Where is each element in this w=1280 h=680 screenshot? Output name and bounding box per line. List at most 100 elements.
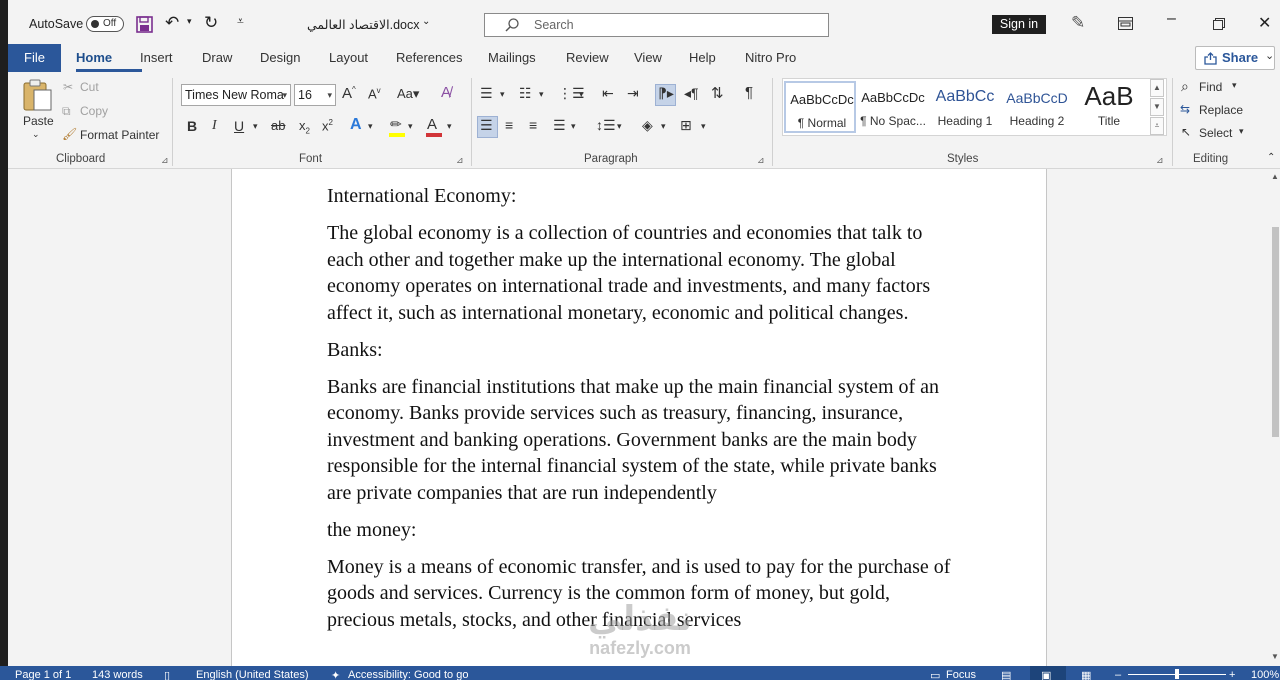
subscript-icon[interactable]: x2 bbox=[299, 118, 310, 136]
numbering-icon[interactable]: ☷ bbox=[519, 85, 532, 102]
scroll-down-icon[interactable]: ▼ bbox=[1271, 652, 1279, 662]
font-color-icon[interactable]: A bbox=[427, 116, 437, 133]
select-dropdown-icon[interactable]: ▾ bbox=[1239, 126, 1244, 137]
document-body[interactable]: International Economy: The global econom… bbox=[327, 183, 952, 644]
format-painter-label[interactable]: Format Painter bbox=[80, 128, 159, 142]
share-button[interactable]: Share bbox=[1195, 46, 1275, 70]
align-left-icon[interactable]: ☰ bbox=[480, 117, 493, 134]
tab-home[interactable]: Home bbox=[76, 50, 112, 65]
tab-design[interactable]: Design bbox=[260, 50, 300, 65]
find-dropdown-icon[interactable]: ▾ bbox=[1232, 80, 1237, 91]
clear-formatting-icon[interactable]: A̸ bbox=[441, 84, 451, 101]
heading-banks[interactable]: Banks: bbox=[327, 337, 952, 364]
styles-launcher-icon[interactable]: ⊿ bbox=[1156, 155, 1164, 166]
heading-international-economy[interactable]: International Economy: bbox=[327, 183, 952, 210]
scrollbar-thumb[interactable] bbox=[1272, 227, 1279, 437]
find-label[interactable]: Find bbox=[1199, 80, 1222, 94]
tab-review[interactable]: Review bbox=[566, 50, 609, 65]
cut-label[interactable]: Cut bbox=[80, 80, 99, 94]
copy-label[interactable]: Copy bbox=[80, 104, 108, 118]
font-name-combo[interactable]: Times New Roma ▾ bbox=[181, 84, 291, 106]
multilevel-dropdown-icon[interactable]: ▾ bbox=[579, 89, 584, 100]
styles-scroll-up-icon[interactable]: ▲ bbox=[1150, 79, 1164, 97]
document-page[interactable]: International Economy: The global econom… bbox=[231, 169, 1047, 666]
underline-icon[interactable]: U bbox=[234, 118, 244, 134]
underline-dropdown-icon[interactable]: ▾ bbox=[253, 121, 258, 132]
close-icon[interactable]: ✕ bbox=[1258, 13, 1271, 33]
undo-icon[interactable]: ↶ bbox=[165, 13, 179, 33]
superscript-icon[interactable]: x2 bbox=[322, 118, 333, 133]
zoom-slider-thumb[interactable] bbox=[1175, 669, 1179, 679]
style-title[interactable]: AaB Title bbox=[1073, 81, 1145, 133]
style-heading-2[interactable]: AaBbCcD Heading 2 bbox=[1001, 81, 1073, 133]
bullets-dropdown-icon[interactable]: ▾ bbox=[500, 89, 505, 100]
italic-icon[interactable]: I bbox=[212, 118, 217, 134]
tab-file[interactable]: File bbox=[8, 44, 61, 72]
text-effects-dropdown-icon[interactable]: ▾ bbox=[368, 121, 373, 132]
pen-icon[interactable]: ✎ bbox=[1071, 13, 1085, 33]
save-icon[interactable] bbox=[136, 16, 153, 33]
font-size-combo[interactable]: 16 ▾ bbox=[294, 84, 336, 106]
highlight-icon[interactable]: ✏ bbox=[390, 116, 402, 133]
tab-nitro-pro[interactable]: Nitro Pro bbox=[745, 50, 796, 65]
vertical-scrollbar[interactable]: ▲ ▼ bbox=[1270, 169, 1280, 666]
tab-layout[interactable]: Layout bbox=[329, 50, 368, 65]
paste-chevron-icon[interactable]: ⌄ bbox=[32, 129, 40, 140]
zoom-out-icon[interactable]: – bbox=[1115, 669, 1121, 680]
justify-icon[interactable]: ☰ bbox=[553, 117, 566, 134]
tab-draw[interactable]: Draw bbox=[202, 50, 232, 65]
read-mode-icon[interactable]: ▤ bbox=[1001, 669, 1011, 680]
search-box[interactable]: Search bbox=[484, 13, 829, 37]
decrease-indent-icon[interactable]: ⇤ bbox=[602, 85, 614, 102]
paragraph-launcher-icon[interactable]: ⊿ bbox=[757, 155, 765, 166]
right-to-left-icon[interactable]: ◂¶ bbox=[684, 85, 699, 102]
line-spacing-dropdown-icon[interactable]: ▾ bbox=[617, 121, 622, 132]
shading-dropdown-icon[interactable]: ▾ bbox=[661, 121, 666, 132]
styles-more-icon[interactable]: ⩡ bbox=[1150, 117, 1164, 135]
ribbon-display-icon[interactable] bbox=[1118, 17, 1133, 30]
focus-label[interactable]: Focus bbox=[946, 669, 976, 680]
page-count[interactable]: Page 1 of 1 bbox=[15, 669, 71, 680]
sign-in-button[interactable]: Sign in bbox=[992, 15, 1046, 34]
minimize-icon[interactable]: – bbox=[1167, 10, 1176, 28]
numbering-dropdown-icon[interactable]: ▾ bbox=[539, 89, 544, 100]
restore-icon[interactable] bbox=[1213, 18, 1225, 30]
align-right-icon[interactable]: ≡ bbox=[529, 117, 537, 133]
redo-icon[interactable]: ↻ bbox=[204, 13, 218, 33]
tab-help[interactable]: Help bbox=[689, 50, 716, 65]
document-title[interactable]: الاقتصاد العالمي.docx bbox=[307, 17, 420, 32]
styles-scroll-down-icon[interactable]: ▼ bbox=[1150, 98, 1164, 116]
style-no-spacing[interactable]: AaBbCcDc ¶ No Spac... bbox=[857, 81, 929, 133]
left-to-right-icon[interactable]: ⁋▸ bbox=[658, 85, 674, 102]
font-color-dropdown-icon[interactable]: ▾ bbox=[447, 121, 452, 132]
accessibility-status[interactable]: Accessibility: Good to go bbox=[348, 669, 468, 680]
paste-icon[interactable] bbox=[22, 78, 54, 112]
proofing-icon[interactable]: ▯ bbox=[164, 669, 170, 680]
heading-money[interactable]: the money: bbox=[327, 517, 952, 544]
word-count[interactable]: 143 words bbox=[92, 669, 143, 680]
bullets-icon[interactable]: ☰ bbox=[480, 85, 493, 102]
align-center-icon[interactable]: ≡ bbox=[505, 117, 513, 133]
justify-dropdown-icon[interactable]: ▾ bbox=[571, 121, 576, 132]
customize-toolbar-icon[interactable]: ⩡ bbox=[237, 14, 244, 29]
sort-icon[interactable]: ⇅ bbox=[711, 84, 724, 102]
zoom-in-icon[interactable]: + bbox=[1229, 669, 1235, 680]
tab-insert[interactable]: Insert bbox=[140, 50, 173, 65]
show-formatting-icon[interactable]: ¶ bbox=[745, 84, 753, 101]
borders-dropdown-icon[interactable]: ▾ bbox=[701, 121, 706, 132]
paragraph-international-economy[interactable]: The global economy is a collection of co… bbox=[327, 220, 952, 326]
autosave-toggle[interactable]: Off bbox=[86, 16, 124, 32]
focus-icon[interactable]: ▭ bbox=[930, 669, 940, 680]
change-case-icon[interactable]: Aa▾ bbox=[397, 86, 419, 102]
increase-indent-icon[interactable]: ⇥ bbox=[627, 85, 639, 102]
replace-label[interactable]: Replace bbox=[1199, 103, 1243, 117]
text-effects-icon[interactable]: A bbox=[350, 116, 362, 134]
clipboard-launcher-icon[interactable]: ⊿ bbox=[161, 155, 169, 166]
shrink-font-icon[interactable]: Av bbox=[368, 86, 381, 101]
zoom-level[interactable]: 100% bbox=[1251, 669, 1279, 680]
paste-label[interactable]: Paste bbox=[23, 114, 54, 128]
accessibility-icon[interactable]: ✦ bbox=[331, 669, 340, 680]
borders-icon[interactable]: ⊞ bbox=[680, 117, 692, 134]
line-spacing-icon[interactable]: ↕☰ bbox=[596, 117, 616, 134]
tab-view[interactable]: View bbox=[634, 50, 662, 65]
